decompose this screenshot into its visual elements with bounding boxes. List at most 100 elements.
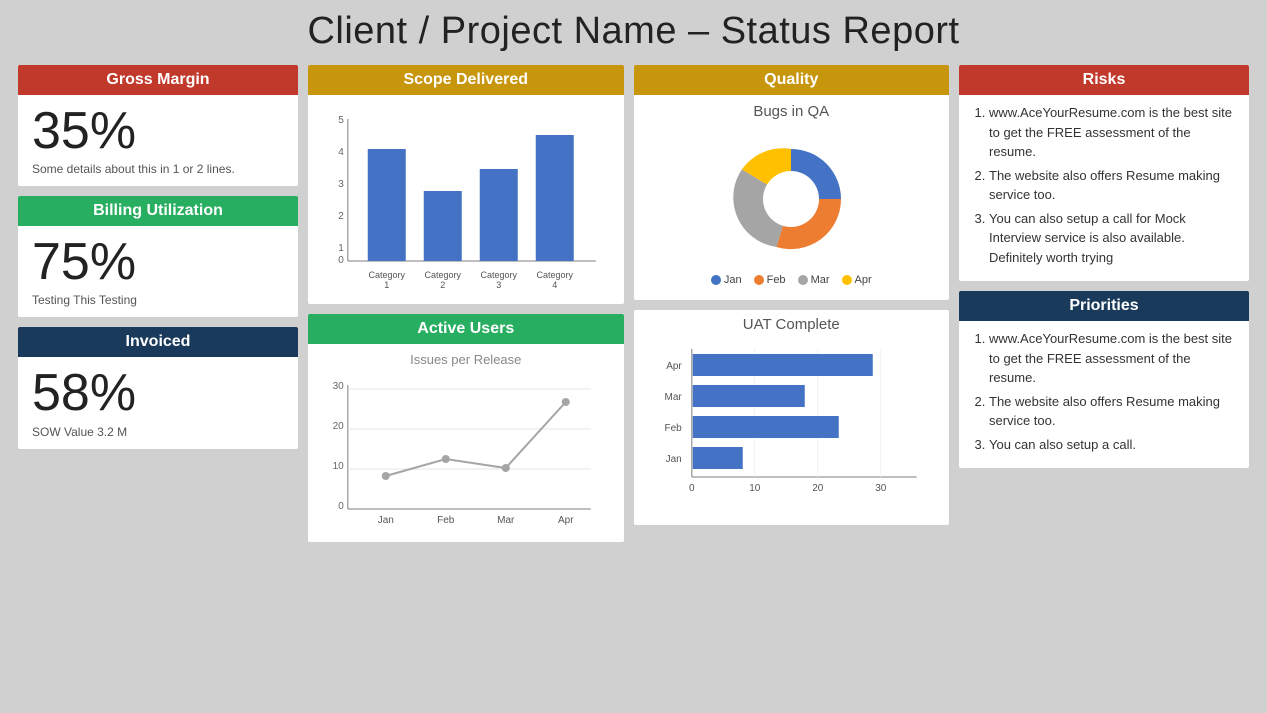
uat-bar-mar (692, 385, 804, 407)
legend-dot-apr (842, 275, 852, 285)
billing-utilization-card: Billing Utilization 75% Testing This Tes… (18, 196, 298, 317)
uat-bar-apr (692, 354, 872, 376)
uat-bar-feb (692, 416, 838, 438)
billing-utilization-detail: Testing This Testing (32, 293, 284, 307)
scope-delivered-header: Scope Delivered (308, 65, 624, 95)
dashboard-grid: Gross Margin 35% Some details about this… (18, 65, 1249, 542)
legend-jan: Jan (711, 274, 742, 286)
billing-utilization-body: 75% Testing This Testing (18, 226, 298, 317)
gross-margin-header: Gross Margin (18, 65, 298, 95)
svg-text:10: 10 (749, 483, 761, 494)
data-point-apr (562, 398, 570, 406)
page-title: Client / Project Name – Status Report (18, 10, 1249, 53)
risk-item-3: You can also setup a call for Mock Inter… (989, 209, 1237, 268)
scope-delivered-body: 5 4 3 2 1 0 Category 1 (308, 95, 624, 304)
svg-text:Feb: Feb (437, 515, 455, 526)
priority-item-3: You can also setup a call. (989, 435, 1237, 455)
svg-text:Category: Category (480, 270, 517, 280)
gross-margin-value: 35% (32, 103, 284, 160)
priority-item-1: www.AceYourResume.com is the best site t… (989, 329, 1237, 388)
svg-text:Mar: Mar (497, 515, 515, 526)
data-point-mar (502, 464, 510, 472)
svg-text:3: 3 (496, 280, 501, 290)
uat-card: UAT Complete 0 10 20 30 (634, 310, 950, 525)
bar-cat1 (368, 149, 406, 261)
invoiced-detail: SOW Value 3.2 M (32, 425, 284, 439)
uat-chart: UAT Complete 0 10 20 30 (634, 310, 950, 525)
bar-cat4 (536, 135, 574, 261)
gross-margin-body: 35% Some details about this in 1 or 2 li… (18, 95, 298, 186)
scope-delivered-chart: 5 4 3 2 1 0 Category 1 (318, 103, 614, 293)
risks-card: Risks www.AceYourResume.com is the best … (959, 65, 1249, 281)
gross-margin-detail: Some details about this in 1 or 2 lines. (32, 162, 284, 176)
page: Client / Project Name – Status Report Gr… (0, 0, 1267, 713)
active-users-header: Active Users (308, 314, 624, 344)
active-users-chart: 30 20 10 0 (318, 371, 614, 531)
bar-cat3 (480, 169, 518, 261)
invoiced-header: Invoiced (18, 327, 298, 357)
priorities-body: www.AceYourResume.com is the best site t… (959, 321, 1249, 468)
data-point-feb (442, 455, 450, 463)
middle-right-column: Quality Bugs in QA (634, 65, 950, 542)
priority-item-2: The website also offers Resume making se… (989, 392, 1237, 431)
priorities-list: www.AceYourResume.com is the best site t… (971, 329, 1237, 454)
left-column: Gross Margin 35% Some details about this… (18, 65, 298, 542)
priorities-header: Priorities (959, 291, 1249, 321)
svg-text:Category: Category (424, 270, 461, 280)
priorities-card: Priorities www.AceYourResume.com is the … (959, 291, 1249, 468)
legend-apr: Apr (842, 274, 872, 286)
legend-dot-mar (798, 275, 808, 285)
donut-center (763, 171, 819, 227)
billing-utilization-value: 75% (32, 234, 284, 291)
invoiced-card: Invoiced 58% SOW Value 3.2 M (18, 327, 298, 448)
quality-card: Quality Bugs in QA (634, 65, 950, 300)
bar-cat2 (424, 191, 462, 261)
scope-delivered-card: Scope Delivered 5 4 3 2 1 0 (308, 65, 624, 304)
right-column: Risks www.AceYourResume.com is the best … (959, 65, 1249, 542)
donut-legend: Jan Feb Mar Apr (644, 274, 940, 294)
svg-text:Category: Category (536, 270, 573, 280)
data-point-jan (382, 472, 390, 480)
svg-text:Jan: Jan (378, 515, 394, 526)
svg-text:Apr: Apr (558, 515, 574, 526)
svg-text:Apr: Apr (666, 361, 682, 372)
svg-text:Feb: Feb (664, 423, 682, 434)
quality-donut-chart (711, 134, 871, 264)
gross-margin-card: Gross Margin 35% Some details about this… (18, 65, 298, 186)
svg-text:2: 2 (338, 211, 344, 222)
legend-feb: Feb (754, 274, 786, 286)
svg-text:3: 3 (338, 179, 344, 190)
middle-left-column: Scope Delivered 5 4 3 2 1 0 (308, 65, 624, 542)
uat-chart-svg: 0 10 20 30 Apr Mar (644, 339, 940, 514)
active-users-card: Active Users Issues per Release 30 20 10… (308, 314, 624, 542)
quality-body: Bugs in QA (634, 95, 950, 300)
svg-text:0: 0 (338, 501, 344, 512)
svg-text:Jan: Jan (665, 454, 681, 465)
billing-utilization-header: Billing Utilization (18, 196, 298, 226)
legend-dot-jan (711, 275, 721, 285)
svg-text:Category: Category (368, 270, 405, 280)
svg-text:4: 4 (338, 147, 344, 158)
svg-text:20: 20 (333, 421, 345, 432)
risk-item-2: The website also offers Resume making se… (989, 166, 1237, 205)
risks-body: www.AceYourResume.com is the best site t… (959, 95, 1249, 281)
risk-item-1: www.AceYourResume.com is the best site t… (989, 103, 1237, 162)
invoiced-body: 58% SOW Value 3.2 M (18, 357, 298, 448)
legend-mar: Mar (798, 274, 830, 286)
invoiced-value: 58% (32, 365, 284, 422)
svg-text:20: 20 (812, 483, 824, 494)
svg-text:1: 1 (338, 243, 344, 254)
uat-title: UAT Complete (644, 316, 940, 333)
svg-text:30: 30 (875, 483, 887, 494)
svg-text:5: 5 (338, 115, 344, 126)
uat-bar-jan (692, 447, 742, 469)
quality-header: Quality (634, 65, 950, 95)
line-chart-line (386, 402, 566, 476)
svg-text:1: 1 (384, 280, 389, 290)
svg-text:10: 10 (333, 461, 345, 472)
svg-text:Mar: Mar (664, 392, 682, 403)
donut-wrap (644, 124, 940, 274)
svg-text:0: 0 (688, 483, 694, 494)
svg-text:0: 0 (338, 255, 344, 266)
active-users-body: Issues per Release 30 20 10 0 (308, 344, 624, 542)
